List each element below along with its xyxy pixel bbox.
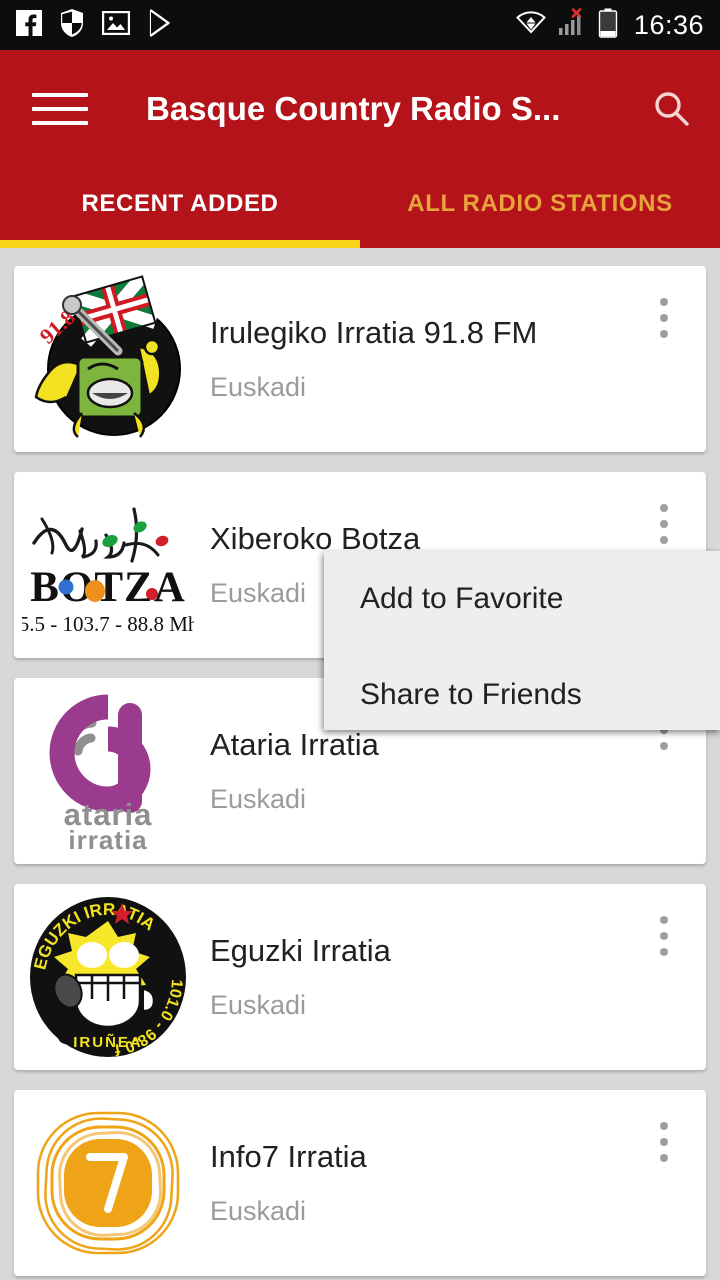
menu-item-add-to-favorite[interactable]: Add to Favorite: [324, 551, 720, 647]
app-bar: Basque Country Radio S... RECENT ADDED A…: [0, 50, 720, 248]
station-region: Euskadi: [210, 784, 307, 815]
irulegiko-logo-art: 91.8: [35, 273, 181, 438]
station-name: Info7 Irratia: [210, 1139, 367, 1175]
ataria-irratia-logo: ataria irratia: [22, 685, 194, 857]
list-item[interactable]: EGUZKI IRRATIA 101.0 - 98.0 fm IRUÑEA: [14, 884, 706, 1070]
play-store-icon: [148, 8, 174, 42]
status-bar-right-icons: 16:36: [516, 7, 704, 43]
tab-all-radio-stations-label: ALL RADIO STATIONS: [407, 190, 673, 217]
menu-dot: [660, 916, 668, 924]
xiberoko-botza-logo-art: BOTZA 95.5 - 103.7 - 88.8 Mhz: [22, 507, 194, 636]
svg-text:irratia: irratia: [68, 825, 147, 855]
logo-caption: 95.5 - 103.7 - 88.8 Mhz: [22, 612, 194, 636]
menu-dot: [660, 932, 668, 940]
menu-item-add-to-favorite-label: Add to Favorite: [360, 582, 564, 615]
menu-dot: [660, 536, 668, 544]
station-region: Euskadi: [210, 1196, 307, 1227]
hamburger-line: [32, 121, 88, 125]
battery-low-icon: [598, 8, 618, 43]
tab-recent-added[interactable]: RECENT ADDED: [0, 168, 360, 240]
irulegiko-logo: 91.8: [22, 273, 194, 445]
menu-dot: [660, 1154, 668, 1162]
menu-item-share-to-friends-label: Share to Friends: [360, 678, 582, 711]
eguzki-irratia-logo: EGUZKI IRRATIA 101.0 - 98.0 fm IRUÑEA: [22, 891, 194, 1063]
eguzki-irratia-logo-art: EGUZKI IRRATIA 101.0 - 98.0 fm IRUÑEA: [22, 891, 186, 1058]
tab-recent-added-label: RECENT ADDED: [81, 190, 279, 217]
menu-dot: [660, 1138, 668, 1146]
station-region: Euskadi: [210, 372, 307, 403]
menu-dot: [660, 948, 668, 956]
hamburger-line: [32, 107, 88, 111]
xiberoko-botza-logo: BOTZA 95.5 - 103.7 - 88.8 Mhz: [22, 479, 194, 651]
list-item[interactable]: Info7 Irratia Euskadi: [14, 1090, 706, 1276]
tab-all-radio-stations[interactable]: ALL RADIO STATIONS: [360, 168, 720, 240]
menu-dot: [660, 520, 668, 528]
status-bar: 16:36: [0, 0, 720, 50]
menu-item-share-to-friends[interactable]: Share to Friends: [324, 647, 720, 743]
hamburger-menu-icon[interactable]: [32, 86, 88, 132]
svg-text:IRUÑEA: IRUÑEA: [73, 1033, 143, 1051]
list-item-text: Irulegiko Irratia 91.8 FM Euskadi: [210, 314, 706, 404]
menu-dot: [660, 298, 668, 306]
tab-bar: RECENT ADDED ALL RADIO STATIONS: [0, 168, 720, 248]
search-icon[interactable]: [644, 82, 698, 136]
status-bar-left-icons: [16, 8, 174, 42]
app-bar-top-row: Basque Country Radio S...: [0, 50, 720, 168]
status-bar-clock: 16:36: [633, 9, 704, 40]
overflow-menu-icon[interactable]: [644, 494, 684, 554]
menu-dot: [660, 742, 668, 750]
station-name: Irulegiko Irratia 91.8 FM: [210, 315, 538, 351]
menu-dot: [660, 1122, 668, 1130]
menu-dot: [660, 314, 668, 322]
image-icon: [101, 10, 131, 40]
tab-active-indicator: [0, 240, 360, 248]
app-root: 16:36 Basque Country Radio S... RECENT A…: [0, 0, 720, 1280]
overflow-menu-icon[interactable]: [644, 906, 684, 966]
overflow-menu-icon[interactable]: [644, 1112, 684, 1172]
mobile-signal-error-icon: [555, 7, 589, 43]
info7-irratia-logo-art: [36, 1111, 180, 1255]
menu-dot: [660, 330, 668, 338]
facebook-icon: [16, 9, 42, 41]
overflow-menu-icon[interactable]: [644, 288, 684, 348]
shield-icon: [60, 8, 84, 42]
station-region: Euskadi: [210, 990, 307, 1021]
wifi-vpn-icon: [516, 10, 546, 41]
list-item-text: Eguzki Irratia Euskadi: [210, 932, 706, 1022]
hamburger-line: [32, 93, 88, 97]
context-menu[interactable]: Add to Favorite Share to Friends: [324, 551, 720, 730]
ataria-irratia-logo-art: ataria irratia: [49, 694, 151, 855]
menu-dot: [660, 504, 668, 512]
info7-irratia-logo: [22, 1097, 194, 1269]
page-title: Basque Country Radio S...: [146, 90, 561, 127]
list-item-text: Info7 Irratia Euskadi: [210, 1138, 706, 1228]
list-item[interactable]: 91.8 Irulegiko Irratia 91.8 FM Euskadi: [14, 266, 706, 452]
station-name: Eguzki Irratia: [210, 933, 391, 969]
station-list[interactable]: 91.8 Irulegiko Irratia 91.8 FM Euskadi B…: [0, 256, 720, 1280]
svg-text:BOTZA: BOTZA: [30, 564, 186, 611]
